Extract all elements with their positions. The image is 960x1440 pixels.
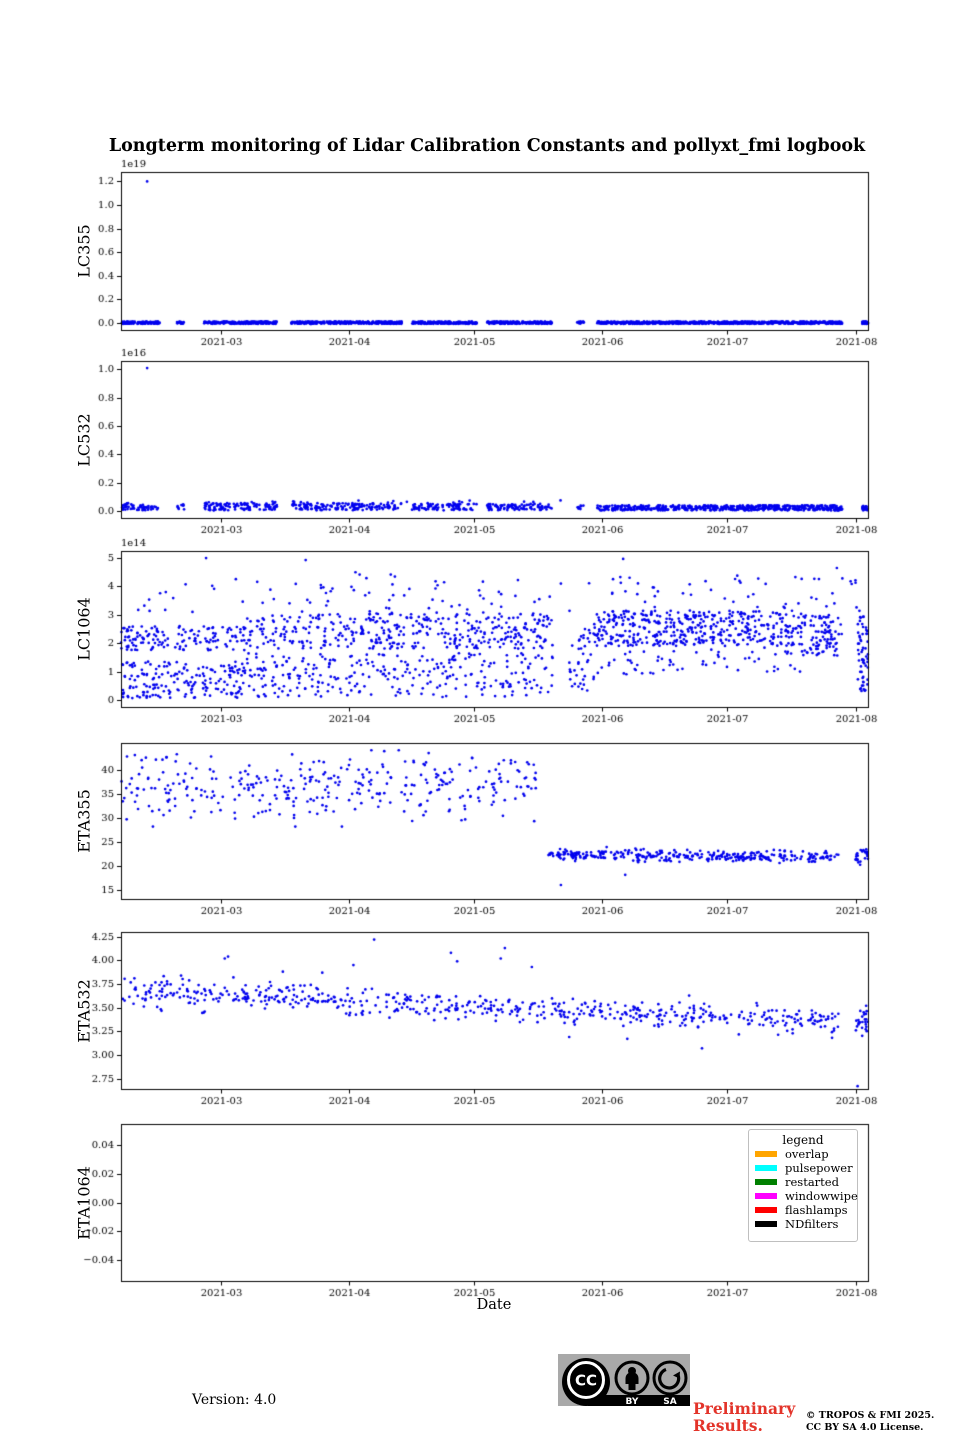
legend-item-NDfilters: NDfilters (749, 1217, 857, 1231)
NDfilters-swatch (755, 1221, 777, 1227)
windowwipe-swatch (755, 1193, 777, 1199)
y-axis-label-lc355: LC355 (75, 224, 94, 277)
legend-item-label: windowwipe (785, 1189, 858, 1203)
legend-item-restarted: restarted (749, 1175, 857, 1189)
legend-item-overlap: overlap (749, 1147, 857, 1161)
legend-items: overlappulsepowerrestartedwindowwipeflas… (749, 1147, 857, 1231)
x-axis-label-date: Date (477, 1297, 512, 1313)
legend-item-label: overlap (785, 1147, 829, 1161)
y-axis-label-lc1064: LC1064 (75, 597, 94, 661)
pulsepower-swatch (755, 1165, 777, 1171)
legend-item-label: pulsepower (785, 1161, 853, 1175)
legend-item-pulsepower: pulsepower (749, 1161, 857, 1175)
svg-text:CC: CC (575, 1372, 597, 1390)
cc-logo-icon: CC (562, 1358, 610, 1406)
preliminary-line2: Results. (693, 1417, 795, 1434)
y-axis-label-eta532: ETA532 (75, 979, 94, 1043)
version-label: Version: 4.0 (192, 1392, 276, 1408)
legend-title: legend (749, 1133, 857, 1147)
y-axis-label-eta1064: ETA1064 (75, 1166, 94, 1240)
share-alike-icon (654, 1362, 686, 1394)
restarted-swatch (755, 1179, 777, 1185)
copyright-notice: © TROPOS & FMI 2025. CC BY SA 4.0 Licens… (806, 1410, 934, 1433)
copyright-line1: © TROPOS & FMI 2025. (806, 1410, 934, 1422)
copyright-line2: CC BY SA 4.0 License. (806, 1422, 934, 1434)
legend-item-label: restarted (785, 1175, 839, 1189)
attribution-person-icon (616, 1362, 648, 1394)
preliminary-line1: Preliminary (693, 1400, 795, 1417)
overlap-swatch (755, 1151, 777, 1157)
y-axis-label-lc532: LC532 (75, 413, 94, 466)
preliminary-results-stamp: Preliminary Results. (693, 1400, 795, 1434)
legend-item-windowwipe: windowwipe (749, 1189, 857, 1203)
y-axis-label-eta355: ETA355 (75, 789, 94, 853)
cc-by-sa-badge: CC BY SA (558, 1354, 690, 1406)
flashlamps-swatch (755, 1207, 777, 1213)
svg-text:BY: BY (626, 1397, 639, 1406)
legend-item-flashlamps: flashlamps (749, 1203, 857, 1217)
svg-text:SA: SA (663, 1397, 676, 1406)
lidar-monitoring-figure: Longterm monitoring of Lidar Calibration… (0, 0, 960, 1440)
legend-box: legend overlappulsepowerrestartedwindoww… (748, 1129, 858, 1242)
figure-title: Longterm monitoring of Lidar Calibration… (109, 136, 865, 156)
legend-item-label: flashlamps (785, 1203, 848, 1217)
legend-item-label: NDfilters (785, 1217, 838, 1231)
